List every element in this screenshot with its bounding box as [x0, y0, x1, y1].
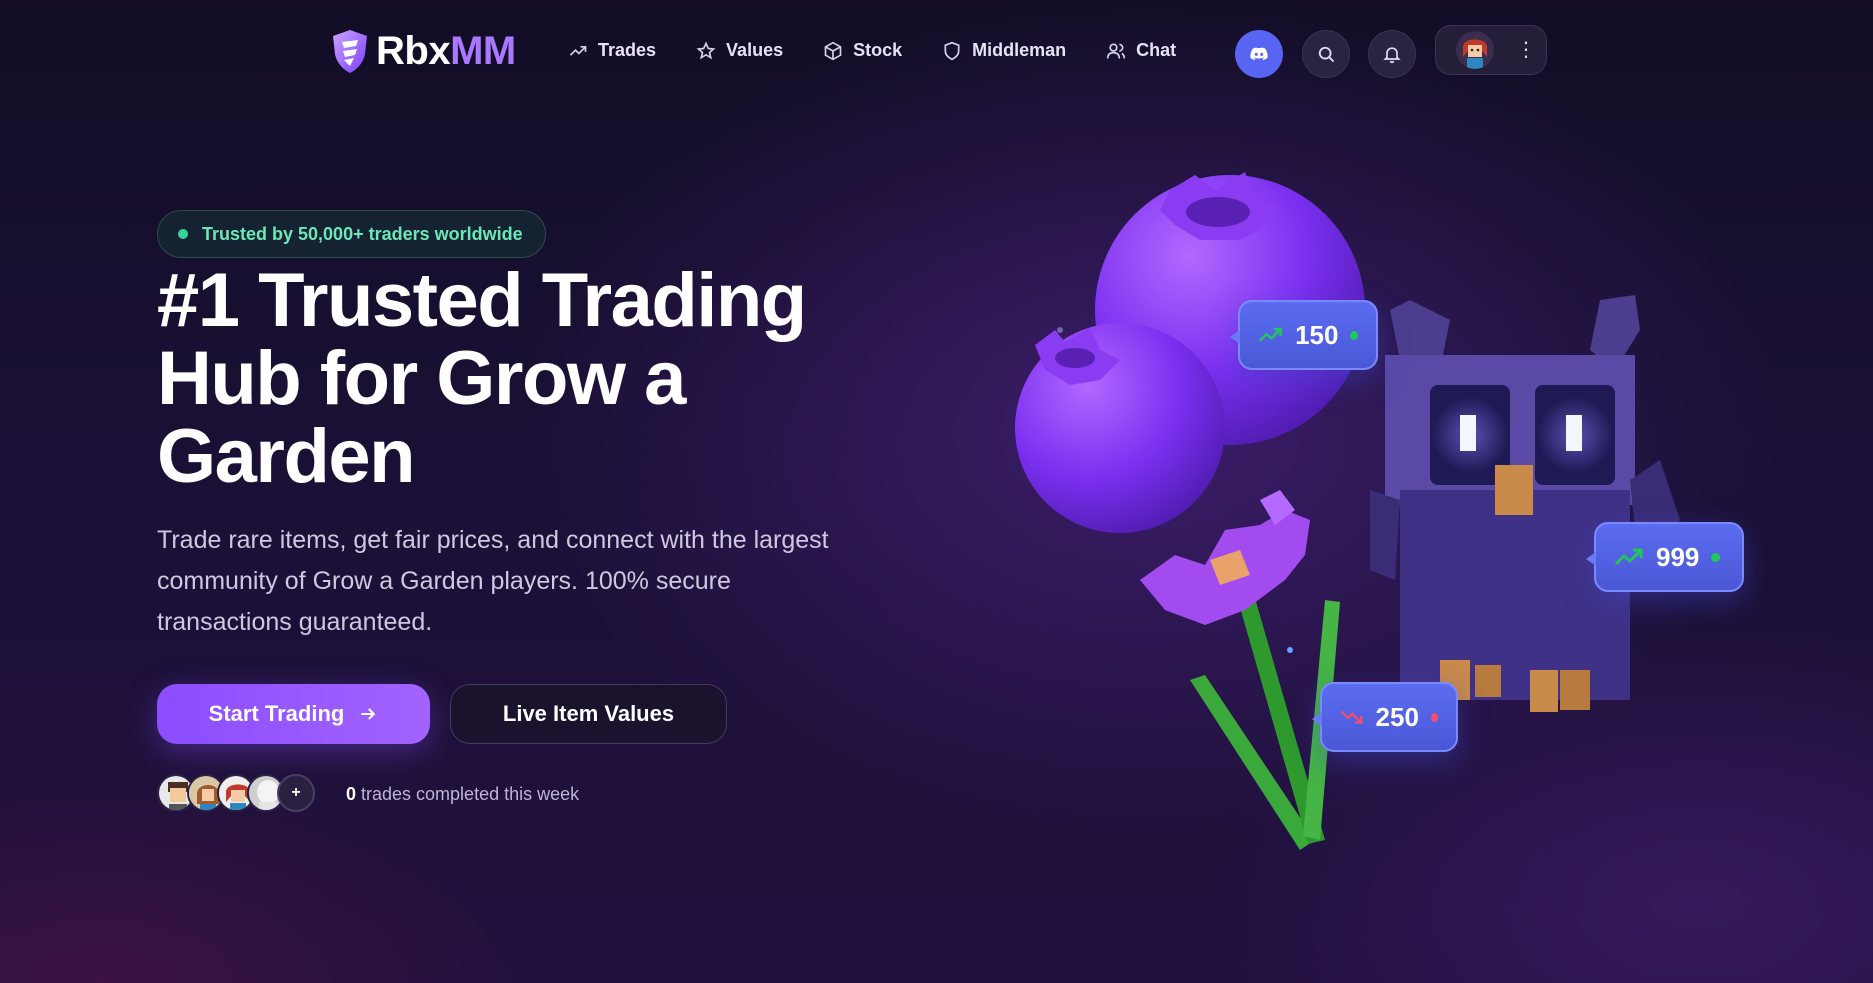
- start-trading-label: Start Trading: [208, 701, 345, 726]
- blueberry-owl-flower-illustration: [1015, 172, 1680, 850]
- discord-icon: [1250, 47, 1268, 61]
- price-tag: 150: [1230, 300, 1378, 370]
- trader-avatars: +: [157, 774, 315, 812]
- price-tag-value: 150: [1295, 319, 1339, 350]
- trend-up-icon: [1258, 327, 1282, 342]
- notifications-button[interactable]: [1368, 30, 1416, 78]
- hero-illustration: 150 999 250: [990, 160, 1770, 860]
- trend-up-icon: [569, 45, 587, 56]
- price-tag-value: 250: [1375, 701, 1419, 732]
- nav-chat[interactable]: Chat: [1106, 40, 1176, 61]
- status-dot: [178, 229, 188, 239]
- status-dot: [1350, 330, 1358, 340]
- rbxmm-logo[interactable]: RbxMM: [330, 28, 516, 74]
- arrow-right-icon: [361, 708, 376, 720]
- live-item-values-button[interactable]: Live Item Values: [450, 684, 727, 744]
- nav-trades[interactable]: Trades: [568, 40, 656, 61]
- box-icon: [824, 41, 842, 60]
- discord-button[interactable]: [1235, 30, 1283, 78]
- trust-badge: Trusted by 50,000+ traders worldwide: [157, 210, 546, 258]
- users-icon: [1106, 43, 1126, 59]
- avatar: [1456, 31, 1494, 69]
- hero-subtitle: Trade rare items, get fair prices, and c…: [157, 526, 829, 636]
- trades-completed-text: 0 trades completed this week: [346, 784, 580, 804]
- main-nav: Trades Values Stock Middleman Chat: [568, 40, 1176, 61]
- nav-values[interactable]: Values: [696, 40, 783, 61]
- top-navbar: RbxMM Trades Values Stock Middleman Chat: [0, 0, 1873, 110]
- star-icon: [696, 41, 716, 59]
- bell-icon: [1383, 47, 1401, 64]
- brand-name: RbxMM: [376, 28, 516, 73]
- nav-stock[interactable]: Stock: [823, 40, 902, 61]
- search-icon: [1318, 46, 1335, 63]
- start-trading-button[interactable]: Start Trading: [157, 684, 430, 744]
- shield-icon: [944, 41, 960, 60]
- status-dot: [1711, 552, 1721, 562]
- hero-title: #1 Trusted Trading Hub for Grow a Garden: [157, 258, 807, 499]
- trades-count: 0: [346, 784, 357, 804]
- price-tag: 999: [1586, 522, 1744, 592]
- price-tag: 250: [1312, 682, 1458, 752]
- trend-up-icon: [1614, 548, 1643, 566]
- shield-logo-icon: [333, 30, 367, 73]
- nav-middleman[interactable]: Middleman: [942, 40, 1066, 61]
- status-dot: [1430, 712, 1438, 722]
- search-button[interactable]: [1302, 30, 1350, 78]
- price-tag-value: 999: [1656, 541, 1700, 572]
- trend-down-icon: [1340, 710, 1363, 724]
- live-item-values-label: Live Item Values: [502, 701, 675, 726]
- trust-badge-text: Trusted by 50,000+ traders worldwide: [202, 223, 523, 244]
- more-avatars-badge: +: [277, 774, 315, 812]
- more-options-icon: ⋮: [1516, 39, 1536, 61]
- user-menu[interactable]: ⋮: [1435, 25, 1547, 75]
